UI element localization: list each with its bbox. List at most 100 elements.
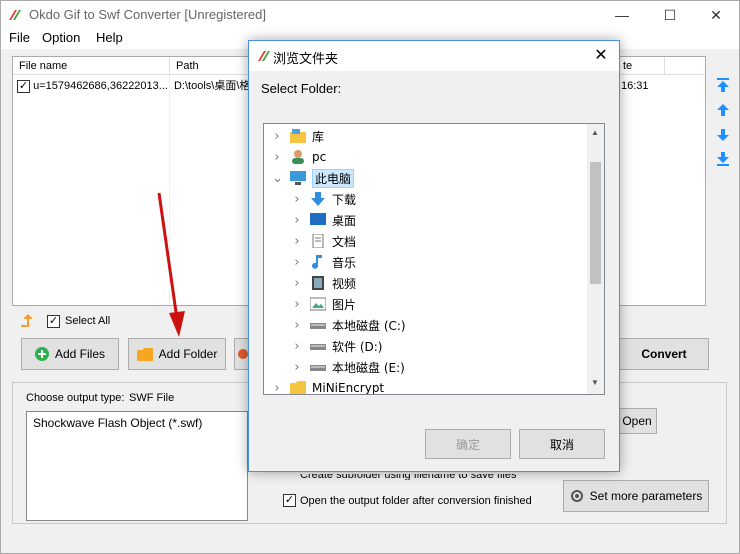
folder-icon (136, 347, 153, 361)
dialog-title-bar: 浏览文件夹 ✕ (249, 41, 619, 71)
minimize-button[interactable]: — (599, 1, 645, 29)
tree-node-label: 下载 (332, 192, 357, 207)
tree-node-label: 文档 (332, 234, 357, 249)
close-button[interactable]: ✕ (693, 1, 739, 29)
drive-icon (310, 360, 326, 374)
tree-node[interactable]: › 视频 (292, 273, 356, 293)
gear-icon (570, 490, 583, 502)
tree-node[interactable]: › 软件 (D:) (292, 336, 382, 356)
tree-node[interactable]: › 图片 (292, 294, 356, 314)
download-icon (310, 192, 326, 206)
move-up-icon[interactable] (716, 102, 730, 118)
user-icon (290, 150, 306, 164)
tree-node[interactable]: ⌄ 此电脑 (272, 168, 355, 188)
tree-node-label: 库 (312, 129, 325, 144)
move-top-icon[interactable] (716, 77, 730, 93)
library-icon (290, 129, 306, 143)
expand-arrow-icon[interactable]: › (292, 360, 302, 375)
add-folder-button[interactable]: Add Folder (128, 338, 226, 370)
output-type-list[interactable]: Shockwave Flash Object (*.swf) (26, 411, 248, 521)
cancel-button[interactable]: 取消 (519, 429, 605, 459)
cancel-label: 取消 (549, 437, 574, 452)
tree-node-label: pc (312, 150, 327, 164)
window-title: Okdo Gif to Swf Converter [Unregistered] (29, 7, 266, 22)
expand-arrow-icon[interactable]: › (272, 129, 282, 144)
expand-arrow-icon[interactable]: › (292, 276, 302, 291)
select-all-label: Select All (65, 315, 111, 327)
ok-button[interactable]: 确定 (425, 429, 511, 459)
folder-tree[interactable]: › 库 › pc ⌄ 此电脑 › 下载 › 桌面 › 文档 › 音乐 › 视频 › 图片 › 本地磁盘 (C:) › 软件… (263, 123, 605, 395)
open-folder-label: Open the output folder after conversion … (300, 495, 532, 507)
row-file-name: u=1579462686,36222013... (33, 80, 168, 92)
computer-icon (290, 171, 306, 185)
tree-node[interactable]: › 音乐 (292, 252, 356, 272)
tree-node[interactable]: › 下载 (292, 189, 356, 209)
tree-node-label: 本地磁盘 (E:) (332, 360, 405, 375)
drive-icon (310, 339, 326, 353)
video-icon (310, 276, 326, 290)
folder-icon (290, 381, 306, 394)
tree-node[interactable]: › MiNiEncrypt (272, 378, 384, 395)
tree-node[interactable]: › 桌面 (292, 210, 356, 230)
convert-label: Convert (641, 347, 687, 361)
output-type-value: SWF File (129, 392, 175, 404)
row-checkbox[interactable]: ✓ (17, 79, 30, 93)
move-bottom-icon[interactable] (716, 151, 730, 167)
browse-folder-dialog: 浏览文件夹 ✕ Select Folder: › 库 › pc ⌄ 此电脑 › 下载 › 桌面 › 文… (248, 40, 620, 472)
dialog-app-icon (258, 51, 270, 61)
tree-node[interactable]: › 库 (272, 126, 324, 146)
scroll-up-icon[interactable]: ▲ (591, 128, 599, 137)
tree-node-label: 视频 (332, 276, 357, 291)
move-down-icon[interactable] (716, 127, 730, 143)
tree-node-label: 此电脑 (312, 168, 355, 188)
expand-arrow-icon[interactable]: › (292, 234, 302, 249)
expand-arrow-icon[interactable]: › (292, 297, 302, 312)
red-arrow-annotation (157, 192, 185, 337)
title-bar: Okdo Gif to Swf Converter [Unregistered]… (1, 1, 739, 29)
tree-node-label: 软件 (D:) (332, 339, 383, 354)
set-more-parameters-button[interactable]: Set more parameters (563, 480, 709, 512)
create-subfolder-label: Create subfolder using filename to save … (300, 474, 517, 480)
expand-arrow-icon[interactable]: › (292, 213, 302, 228)
tree-node[interactable]: › 本地磁盘 (E:) (292, 357, 405, 377)
expand-arrow-icon[interactable]: › (292, 318, 302, 333)
scroll-down-icon[interactable]: ▼ (591, 378, 599, 387)
tree-node-label: 桌面 (332, 213, 357, 228)
menu-option[interactable]: Option (42, 30, 80, 45)
add-files-button[interactable]: Add Files (21, 338, 119, 370)
dialog-title: 浏览文件夹 (273, 52, 339, 67)
expand-arrow-icon[interactable]: › (292, 339, 302, 354)
maximize-button[interactable]: ☐ (647, 1, 693, 29)
dialog-close-button[interactable]: ✕ (591, 45, 611, 65)
column-file-name[interactable]: File name (13, 57, 170, 75)
app-logo-icon (9, 10, 21, 20)
expand-arrow-icon[interactable]: › (272, 150, 282, 165)
music-icon (310, 255, 326, 269)
expand-arrow-icon[interactable]: › (272, 381, 282, 395)
scroll-thumb[interactable] (590, 162, 601, 284)
add-files-label: Add Files (54, 347, 106, 361)
up-folder-icon[interactable] (19, 313, 37, 329)
expand-arrow-icon[interactable]: › (292, 192, 302, 207)
tree-scrollbar[interactable]: ▲ ▼ (587, 124, 604, 394)
tree-node[interactable]: › 本地磁盘 (C:) (292, 315, 405, 335)
set-more-parameters-label: Set more parameters (589, 489, 703, 503)
select-all-checkbox[interactable]: ✓ (47, 315, 60, 328)
desktop-icon (310, 213, 326, 227)
column-date[interactable]: te (617, 57, 665, 75)
expand-arrow-icon[interactable]: › (292, 255, 302, 270)
open-button[interactable]: Open (617, 408, 657, 434)
tree-node-label: 图片 (332, 297, 357, 312)
open-folder-checkbox[interactable]: ✓ (283, 494, 296, 507)
menu-help[interactable]: Help (96, 30, 123, 45)
document-icon (310, 233, 326, 249)
open-label: Open (622, 414, 652, 428)
list-item[interactable]: Shockwave Flash Object (*.swf) (33, 416, 202, 430)
tree-node[interactable]: › pc (272, 147, 326, 167)
collapse-arrow-icon[interactable]: ⌄ (272, 171, 283, 186)
menu-file[interactable]: File (9, 30, 30, 45)
convert-button[interactable]: Convert (619, 338, 709, 370)
tree-node[interactable]: › 文档 (292, 231, 356, 251)
ok-label: 确定 (455, 437, 480, 452)
picture-icon (309, 297, 327, 311)
